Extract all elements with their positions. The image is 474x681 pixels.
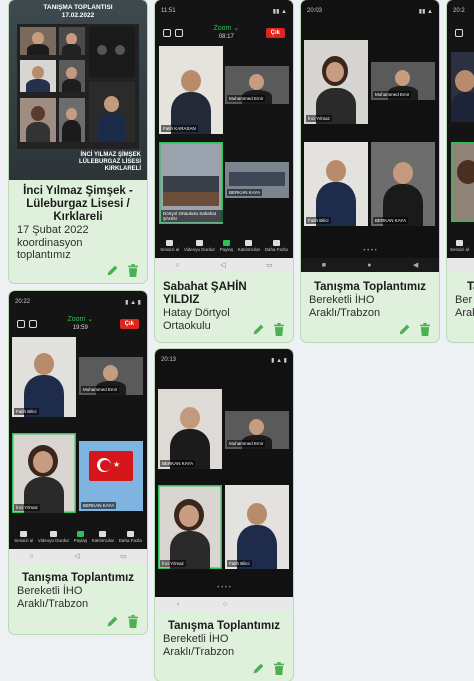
post-card[interactable]: 20:13 ▮ ▲ ▮ BERKAN KAYA Muhammed Emir İnc… (155, 349, 293, 681)
post-image[interactable]: 20:13 ▮ ▲ ▮ BERKAN KAYA Muhammed Emir İnc… (155, 349, 293, 611)
post-card[interactable]: 20:2 Sessizi al ○ Ta Ber Arak (447, 0, 474, 342)
post-text: Araklı/Trabzon (17, 597, 89, 610)
post-title: Tanışma Toplantımız (313, 281, 427, 293)
participant-name: Muhammed Emir (227, 440, 266, 447)
trash-icon[interactable] (419, 323, 431, 336)
video-icon (49, 531, 57, 537)
post-card[interactable]: 20:22 ▮ ▲ ▮ Zoom ⌄ 19:59 Çık Fatih Bilici … (9, 291, 147, 634)
android-nav-bar: ○ ◁ ▭ (9, 549, 147, 563)
android-nav-bar: ■ ● ◀ (301, 258, 439, 272)
pencil-icon[interactable] (106, 615, 119, 628)
poster-date: 17.02.2022 (61, 12, 95, 19)
share-icon (76, 531, 84, 537)
status-time: 20:03 (307, 8, 323, 14)
participant-name: İnci Yılmaz (306, 115, 332, 122)
speaker-icon (17, 320, 25, 328)
more-icon (126, 531, 134, 537)
status-time: 11:51 (161, 8, 176, 14)
participant-name: Fatih Bilici (306, 217, 331, 224)
camera-switch-icon (175, 29, 183, 37)
zoom-label: Zoom (67, 316, 86, 323)
turkish-flag: ★ (89, 451, 133, 481)
pencil-icon[interactable] (398, 323, 411, 336)
zoom-label: Zoom (213, 25, 232, 32)
post-image[interactable]: 11:51 ▮▮ ▲ Zoom ⌄ 08:17 Çık Fatih KARASAN … (155, 0, 293, 272)
speaker-icon (455, 29, 463, 37)
post-text: Arak (455, 306, 474, 319)
trash-icon[interactable] (273, 323, 285, 336)
participant-name: Muhammed Emir (373, 91, 412, 98)
participant-name: İnci Yılmaz (14, 504, 40, 511)
android-nav-bar: ○ (447, 258, 474, 272)
mic-icon (456, 240, 463, 246)
video-icon (195, 240, 203, 246)
mic-icon (166, 240, 174, 246)
participant-name: Fatih KARASAN (161, 125, 198, 132)
more-icon (272, 240, 280, 246)
participant-name: Muhammed Emir (81, 386, 120, 393)
status-time: 20:22 (15, 299, 31, 305)
status-time: 20:2 (453, 8, 465, 14)
post-text: Bereketli İHO (163, 633, 229, 645)
post-text: 17 Şubat 2022 (17, 224, 89, 236)
post-title: Ta (467, 281, 474, 293)
post-image[interactable]: 20:03 ▮▮ ▲ İnci Yılmaz Muhammed Emir Fati… (301, 0, 439, 272)
trash-icon[interactable] (127, 264, 139, 277)
status-time: 20:13 (161, 357, 177, 363)
post-image[interactable]: TANIŞMA TOPLANTISI 17.02.2022 İNCİ YILMA… (9, 0, 147, 180)
camera-switch-icon (29, 320, 37, 328)
leave-button: Çık (119, 319, 139, 329)
meeting-clock: 19:59 (72, 325, 88, 331)
android-nav-bar: ○ ◁ ▭ (155, 258, 293, 272)
post-text: toplantımız (17, 249, 71, 261)
pencil-icon[interactable] (252, 323, 265, 336)
poster-name: İNCİ YILMAZ ŞİMŞEK (80, 152, 141, 158)
leave-button: Çık (265, 28, 285, 38)
post-card[interactable]: 11:51 ▮▮ ▲ Zoom ⌄ 08:17 Çık Fatih KARASAN … (155, 0, 293, 342)
participant-name: Fatih Bilici (227, 560, 252, 567)
poster-heading: TANIŞMA TOPLANTISI (43, 4, 113, 11)
participant-name: BERKAN KAYA (160, 460, 196, 467)
post-image[interactable]: 20:22 ▮ ▲ ▮ Zoom ⌄ 19:59 Çık Fatih Bilici … (9, 291, 147, 563)
android-nav-bar: ‹ ○ (155, 597, 293, 611)
mic-icon (20, 531, 28, 537)
trash-icon[interactable] (273, 662, 285, 675)
post-card[interactable]: TANIŞMA TOPLANTISI 17.02.2022 İNCİ YILMA… (9, 0, 147, 283)
post-title: Sabahat ŞAHİN YILDIZ (163, 281, 247, 306)
meeting-clock: 08:17 (218, 34, 234, 40)
share-icon (222, 240, 230, 246)
poster-school: LÜLEBURGAZ LİSESİ (78, 159, 141, 165)
participants-icon (245, 240, 253, 246)
participants-icon (99, 531, 107, 537)
participant-name: BERKAN KAYA (227, 189, 263, 196)
post-title: İnci Yılmaz Şimşek - Lüleburgaz Lisesi /… (23, 185, 133, 223)
post-text: Araklı/Trabzon (163, 645, 235, 658)
participant-name: Dörtyol Ortaokulu Sabahat ŞAHİN (161, 210, 223, 222)
participant-name: BERKAN KAYA (81, 502, 117, 509)
participant-name: İnci Yılmaz (160, 560, 186, 567)
trash-icon[interactable] (127, 615, 139, 628)
participant-name: BERKAN KAYA (373, 217, 409, 224)
post-image[interactable]: 20:2 Sessizi al ○ (447, 0, 474, 272)
pencil-icon[interactable] (106, 264, 119, 277)
participant-name: Muhammed Emir (227, 95, 266, 102)
poster-city: KIRKLARELİ (104, 166, 141, 172)
post-title: Tanışma Toplantımız (21, 572, 135, 584)
post-title: Tanışma Toplantımız (167, 620, 281, 632)
post-text: Bereketli İHO (17, 585, 83, 597)
pencil-icon[interactable] (252, 662, 265, 675)
speaker-icon (163, 29, 171, 37)
post-text: koordinasyon (17, 236, 83, 249)
participant-name: Fatih Bilici (14, 408, 39, 415)
post-text: Ber (455, 294, 473, 306)
post-card[interactable]: 20:03 ▮▮ ▲ İnci Yılmaz Muhammed Emir Fati… (301, 0, 439, 342)
post-text: Bereketli İHO (309, 294, 375, 306)
padlet-board: TANIŞMA TOPLANTISI 17.02.2022 İNCİ YILMA… (0, 0, 474, 681)
post-text: Hatay Dörtyol (163, 307, 230, 319)
post-text: Araklı/Trabzon (309, 306, 381, 319)
